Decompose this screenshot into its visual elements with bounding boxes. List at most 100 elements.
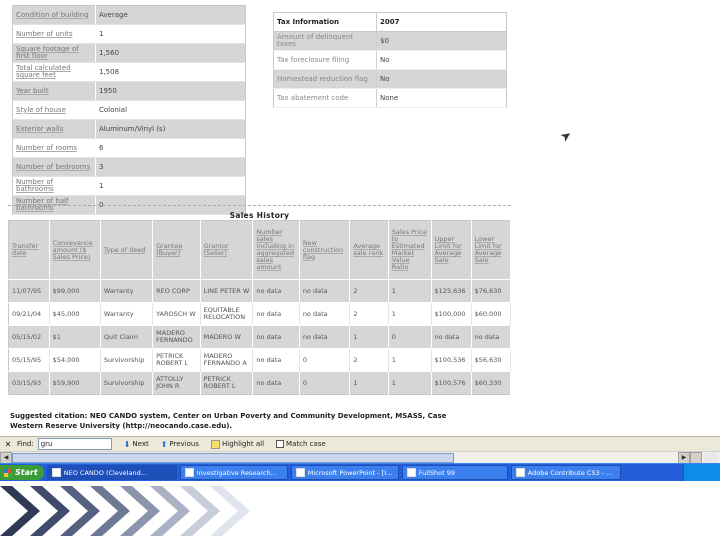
arrow-down-icon: ⬇ — [123, 439, 131, 449]
sales-column-header[interactable]: Conveyance amount ($ Sales Price) — [49, 220, 101, 280]
sales-column-header[interactable]: Grantor (Seller) — [200, 220, 254, 280]
sales-column-header[interactable]: Average sale rank — [349, 220, 389, 280]
sales-cell: ATTOLLY JOHN R — [152, 371, 201, 395]
sales-cell: 1 — [349, 325, 389, 349]
sales-cell: 2 — [349, 348, 389, 372]
tax-label: Tax abatement code — [273, 88, 377, 108]
sales-cell: no data — [431, 325, 472, 349]
sales-cell: REO CORP — [152, 279, 201, 303]
tax-label: Homestead reduction flag — [273, 69, 377, 89]
decorative-chevron-arrows — [0, 486, 250, 536]
property-row: Style of house Colonial — [12, 100, 246, 120]
property-label[interactable]: Style of house — [12, 100, 96, 120]
property-label[interactable]: Total calculated square feet — [12, 62, 96, 82]
sales-cell: 0 — [299, 371, 351, 395]
highlight-all-label: Highlight all — [222, 440, 265, 448]
property-row: Condition of building Average — [12, 5, 246, 25]
property-value: 6 — [95, 138, 246, 158]
sales-cell: 2 — [349, 279, 389, 303]
find-next-button[interactable]: ⬇ Next — [124, 440, 149, 449]
citation-footnote: Suggested citation: NEO CANDO system, Ce… — [10, 412, 447, 430]
tax-header-row: Tax Information 2007 — [273, 12, 507, 32]
close-find-bar-icon[interactable]: ✕ — [3, 440, 13, 449]
sales-cell: EQUITABLE RELOCATION — [200, 302, 254, 326]
tax-row: Tax abatement code None — [273, 88, 507, 108]
checkbox-icon — [276, 440, 285, 448]
horizontal-scrollbar[interactable]: ◀ ▶ — [0, 451, 720, 464]
taskbar-item-label: Investigative Research... — [196, 468, 277, 477]
property-label[interactable]: Number of bedrooms — [12, 157, 96, 177]
tax-value: $0 — [376, 31, 507, 51]
sales-column-header[interactable]: Lower Limit for Average Sale — [471, 220, 512, 280]
sales-cell: $60,000 — [471, 302, 512, 326]
tax-header-year: 2007 — [376, 12, 507, 32]
property-label[interactable]: Square footage of first floor — [12, 43, 96, 63]
system-tray — [683, 464, 720, 481]
sales-column-header[interactable]: Grantee (Buyer) — [152, 220, 201, 280]
property-row: Number of units 1 — [12, 24, 246, 44]
browser-icon — [51, 468, 61, 477]
property-label[interactable]: Number of bathrooms — [12, 176, 96, 196]
scroll-thumb[interactable] — [12, 453, 454, 463]
property-label[interactable]: Year built — [12, 81, 96, 101]
sales-cell: 11/07/95 — [8, 279, 50, 303]
sales-column-header[interactable]: Number sales including in aggregated sal… — [252, 220, 300, 280]
sales-cell: PETRICK ROBERT L — [200, 371, 254, 395]
sales-cell: YAROSCH W — [152, 302, 201, 326]
match-case-checkbox[interactable]: Match case — [276, 440, 326, 448]
browser-icon — [184, 468, 194, 477]
property-value: 1 — [95, 176, 246, 196]
taskbar-item-investigative[interactable]: Investigative Research... — [179, 465, 288, 480]
property-row: Number of rooms 6 — [12, 138, 246, 158]
taskbar-item-powerpoint[interactable]: Microsoft PowerPoint - [I... — [290, 465, 399, 480]
find-previous-button[interactable]: ⬆ Previous — [161, 440, 199, 449]
property-value: Average — [95, 5, 246, 25]
sales-cell: $1 — [49, 325, 101, 349]
sales-cell: 1 — [349, 371, 389, 395]
sales-cell: $54,000 — [49, 348, 101, 372]
taskbar-item-fullshot[interactable]: FullShot 99 — [401, 465, 508, 480]
property-label[interactable]: Number of units — [12, 24, 96, 44]
tax-row: Tax foreclosure filing No — [273, 50, 507, 70]
property-label[interactable]: Number of rooms — [12, 138, 96, 158]
sales-column-header[interactable]: Type of deed — [100, 220, 154, 280]
sales-row: 03/15/93 $59,900 Survivorship ATTOLLY JOHN … — [8, 371, 512, 395]
sales-history-title: Sales History — [229, 211, 290, 220]
sales-cell: 1 — [388, 371, 432, 395]
arrow-up-icon: ⬆ — [160, 439, 168, 449]
property-row: Exterior walls Aluminum/Vinyl (s) — [12, 119, 246, 139]
sales-cell: 0 — [388, 325, 432, 349]
taskbar-item-neo-cando[interactable]: NEO CANDO (Cleveland... — [46, 465, 177, 480]
sales-cell: 03/15/93 — [8, 371, 50, 395]
taskbar-item-contribute[interactable]: Adobe Contribute CS3 - ... — [510, 465, 621, 480]
taskbar-item-label: FullShot 99 — [418, 468, 455, 477]
sales-column-header[interactable]: New construction flag — [299, 220, 351, 280]
highlight-all-button[interactable]: Highlight all — [211, 439, 265, 449]
sales-cell: 09/21/04 — [8, 302, 50, 326]
property-value: Aluminum/Vinyl (s) — [95, 119, 246, 139]
property-label[interactable]: Condition of building — [12, 5, 96, 25]
sales-cell: $100,536 — [431, 348, 472, 372]
sales-cell: Warranty — [100, 302, 154, 326]
sales-cell: 0 — [299, 348, 351, 372]
find-input[interactable]: gru — [37, 438, 112, 450]
sales-cell: no data — [299, 302, 351, 326]
powerpoint-icon — [295, 468, 305, 477]
property-row: Number of bathrooms 1 — [12, 176, 246, 196]
windows-logo-icon — [4, 468, 12, 477]
sales-column-header[interactable]: Sales Price to Estimated Market Value Ra… — [388, 220, 432, 280]
resize-grip-icon[interactable] — [704, 453, 718, 462]
sales-cell: $59,900 — [49, 371, 101, 395]
sales-cell: MADERO W — [200, 325, 254, 349]
property-label[interactable]: Exterior walls — [12, 119, 96, 139]
start-button[interactable]: Start — [0, 465, 44, 480]
sales-cell: no data — [252, 348, 300, 372]
sales-cell: PETRICK ROBERT L — [152, 348, 201, 372]
sales-cell: Quit Claim — [100, 325, 154, 349]
tax-label: Amount of delinquent taxes — [273, 31, 377, 51]
sales-column-header[interactable]: Upper Limit for Average Sale — [431, 220, 472, 280]
sales-cell: 1 — [388, 302, 432, 326]
sales-cell: no data — [252, 371, 300, 395]
sales-column-header[interactable]: Transfer date — [8, 220, 50, 280]
sales-cell: $76,630 — [471, 279, 512, 303]
